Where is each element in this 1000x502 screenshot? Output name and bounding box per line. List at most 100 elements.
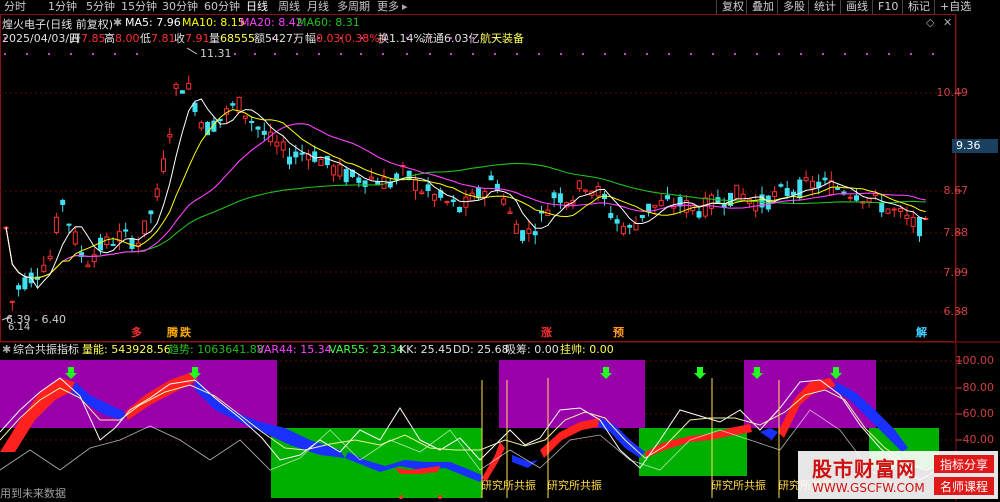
marker-duo: 多: [131, 326, 142, 339]
candle-body: [866, 197, 872, 203]
candle-body: [129, 238, 135, 249]
tab-30min[interactable]: 30分钟: [162, 0, 198, 14]
fuquan-button[interactable]: 复权: [722, 0, 744, 14]
huaxian-button[interactable]: 画线: [846, 0, 868, 14]
candle-body: [123, 229, 129, 232]
candle-body: [576, 180, 582, 190]
candle-body: [501, 198, 507, 205]
diejia-button[interactable]: 叠加: [752, 0, 774, 14]
toolbar-separator: [934, 0, 935, 14]
signal-dot: [646, 53, 648, 55]
candle-body: [551, 192, 557, 199]
signal-dot: [712, 53, 714, 55]
candle-body: [16, 285, 22, 290]
candle-body: [854, 195, 859, 201]
period-toolbar: 分时 1分钟 5分钟 15分钟 30分钟 60分钟 日线 周线 月线 多周期 更…: [0, 0, 1000, 14]
dd-value: DD: 25.68: [453, 343, 509, 356]
candle-body: [66, 223, 72, 226]
candle-body: [249, 120, 255, 124]
candle-body: [526, 228, 532, 234]
ind-y-tick-80: 80.00: [962, 381, 995, 394]
tongji-button[interactable]: 统计: [814, 0, 836, 14]
candle-body: [110, 243, 116, 246]
signal-dot: [136, 53, 138, 55]
signal-dot: [70, 53, 72, 55]
tab-60min[interactable]: 60分钟: [204, 0, 240, 14]
current-price-tag: 9.36: [952, 139, 998, 153]
candlesticks: [3, 75, 929, 311]
candle-body: [791, 191, 796, 196]
tab-daily[interactable]: 日线: [246, 0, 268, 14]
candle-body: [469, 192, 475, 202]
sector-link[interactable]: 航天装备: [480, 30, 524, 46]
candle-body: [784, 188, 790, 197]
signal-dot: [800, 53, 802, 55]
candle-body: [381, 176, 387, 189]
signal-dot: [472, 53, 474, 55]
high-number: 8.00: [115, 32, 140, 45]
more-arrow-icon[interactable]: ▸: [402, 0, 408, 14]
ind-y-tick-100: 100.00: [955, 354, 995, 367]
tab-15min[interactable]: 15分钟: [121, 0, 157, 14]
candle-body: [173, 83, 179, 89]
candle-body: [696, 211, 702, 218]
f10-button[interactable]: F10: [878, 0, 898, 14]
candle-body: [583, 189, 589, 192]
signal-dot: [668, 53, 670, 55]
tab-weekly[interactable]: 周线: [278, 0, 300, 14]
high-mark-arrow: [186, 47, 198, 55]
diamond-icon[interactable]: ◇: [926, 16, 934, 29]
high-value: 高8.00: [104, 30, 140, 46]
watermark-logo: 股市财富网 WWW.GSCFW.COM 指标分享 名师课程: [798, 451, 998, 499]
toolbar-separator: [716, 0, 717, 14]
tab-multi-period[interactable]: 多周期: [337, 0, 370, 14]
indicator-title[interactable]: 综合共振指标: [13, 342, 79, 357]
candle-body: [394, 173, 400, 180]
candle-body: [507, 211, 513, 214]
candle-body: [740, 193, 746, 201]
kk-value: KK: 25.45: [399, 343, 453, 356]
kline-chart[interactable]: [0, 14, 1000, 501]
settings-icon[interactable]: ✱: [113, 16, 122, 29]
candle-body: [425, 184, 431, 191]
candle-body: [450, 199, 456, 203]
signal-dot: [756, 53, 758, 55]
signal-dot: [4, 53, 6, 55]
y-tick-8-67: 8.67: [943, 184, 969, 197]
open-value: 开7.85: [70, 30, 106, 46]
duogu-button[interactable]: 多股: [783, 0, 805, 14]
biaoji-button[interactable]: 标记: [908, 0, 930, 14]
var55-value: VAR55: 23.34: [329, 343, 404, 356]
candle-body: [835, 187, 841, 190]
candle-body: [532, 231, 538, 236]
candle-body: [910, 216, 916, 227]
candle-body: [898, 208, 904, 212]
turnover-value: 换1.14%: [378, 32, 424, 45]
candle-body: [457, 206, 463, 213]
guashuai-value: 挂帅: 0.00: [560, 343, 614, 356]
indicator-header: ✱ 综合共振指标 量能: 543928.56 趋势: 1063641.88 VA…: [0, 342, 956, 357]
tab-5min[interactable]: 5分钟: [86, 0, 115, 14]
tab-1min[interactable]: 1分钟: [48, 0, 77, 14]
low-mark: 6.14: [8, 322, 31, 333]
candle-body: [816, 181, 822, 188]
tab-fenshi[interactable]: 分时: [4, 0, 26, 14]
candle-body: [287, 156, 292, 165]
candle-body: [261, 130, 267, 135]
candle-body: [677, 197, 683, 207]
signal-dot: [494, 53, 496, 55]
indicator-settings-icon[interactable]: ✱: [2, 342, 11, 357]
candle-body: [627, 225, 633, 228]
amount-value: 额5427万: [254, 32, 304, 45]
open-label: 开: [70, 32, 81, 45]
ind-y-tick-60: 60.00: [962, 407, 995, 420]
signal-dot: [516, 53, 518, 55]
tab-more[interactable]: 更多: [377, 0, 399, 14]
close-icon[interactable]: ✕: [943, 16, 952, 29]
close-value: 收7.91: [174, 30, 210, 46]
toolbar-separator: [902, 0, 903, 14]
signal-dot: [382, 53, 384, 55]
tab-monthly[interactable]: 月线: [307, 0, 329, 14]
add-watchlist-button[interactable]: +自选: [940, 0, 971, 14]
signal-dot: [932, 53, 934, 55]
